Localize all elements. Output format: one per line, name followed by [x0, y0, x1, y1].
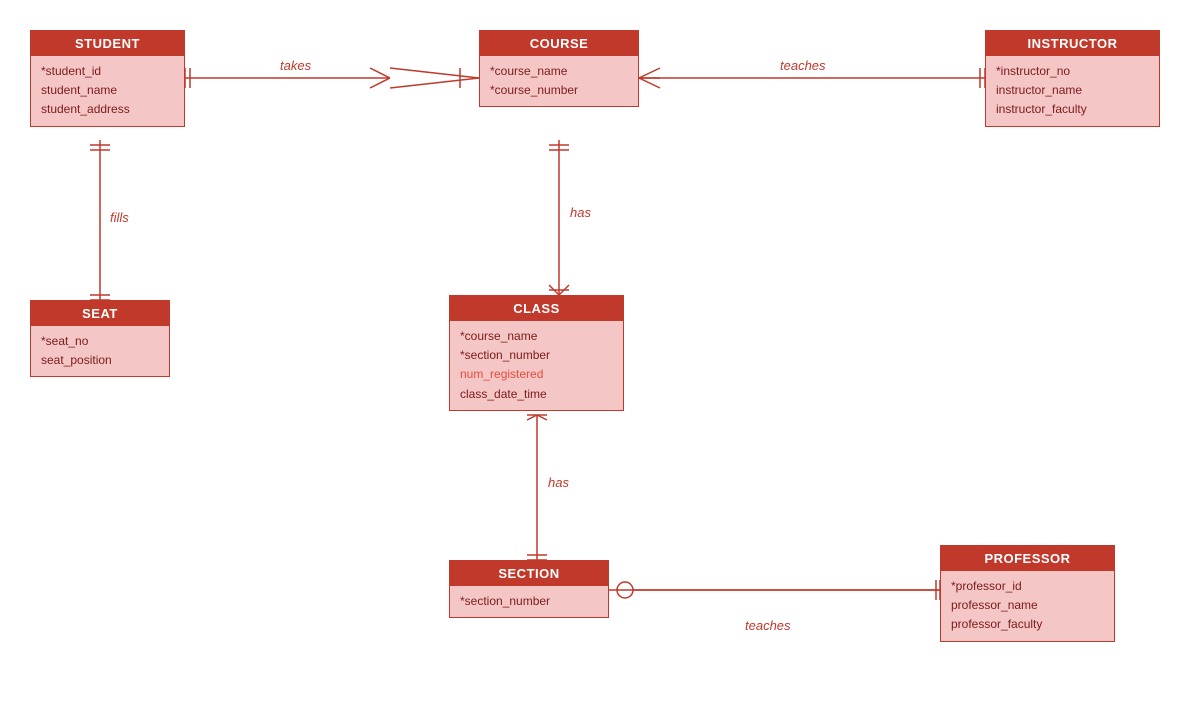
field-instructor-faculty: instructor_faculty	[996, 100, 1149, 119]
field-student-id: *student_id	[41, 62, 174, 81]
entity-course-header: COURSE	[480, 31, 638, 56]
field-class-section-number: *section_number	[460, 346, 613, 365]
field-instructor-name: instructor_name	[996, 81, 1149, 100]
entity-class-header: CLASS	[450, 296, 623, 321]
entity-instructor-header: INSTRUCTOR	[986, 31, 1159, 56]
entity-course: COURSE *course_name *course_number	[479, 30, 639, 107]
entity-professor-body: *professor_id professor_name professor_f…	[941, 571, 1114, 641]
field-instructor-no: *instructor_no	[996, 62, 1149, 81]
entity-course-body: *course_name *course_number	[480, 56, 638, 106]
label-class-has-section: has	[548, 475, 569, 490]
field-professor-name: professor_name	[951, 596, 1104, 615]
field-student-address: student_address	[41, 100, 174, 119]
field-course-name: *course_name	[490, 62, 628, 81]
entity-student-header: STUDENT	[31, 31, 184, 56]
entity-professor: PROFESSOR *professor_id professor_name p…	[940, 545, 1115, 642]
entity-instructor: INSTRUCTOR *instructor_no instructor_nam…	[985, 30, 1160, 127]
entity-class: CLASS *course_name *section_number num_r…	[449, 295, 624, 411]
field-student-name: student_name	[41, 81, 174, 100]
field-section-number: *section_number	[460, 592, 598, 611]
diagram-container: takes teaches fills has has teaches STUD…	[0, 0, 1201, 724]
field-class-course-name: *course_name	[460, 327, 613, 346]
entity-seat-header: SEAT	[31, 301, 169, 326]
entity-instructor-body: *instructor_no instructor_name instructo…	[986, 56, 1159, 126]
entity-section-header: SECTION	[450, 561, 608, 586]
entity-professor-header: PROFESSOR	[941, 546, 1114, 571]
entity-seat: SEAT *seat_no seat_position	[30, 300, 170, 377]
label-takes: takes	[280, 58, 311, 73]
label-teaches-instructor: teaches	[780, 58, 826, 73]
field-professor-faculty: professor_faculty	[951, 615, 1104, 634]
field-course-number: *course_number	[490, 81, 628, 100]
label-fills: fills	[110, 210, 129, 225]
label-section-teaches: teaches	[745, 618, 791, 633]
entity-student: STUDENT *student_id student_name student…	[30, 30, 185, 127]
entity-seat-body: *seat_no seat_position	[31, 326, 169, 376]
entity-class-body: *course_name *section_number num_registe…	[450, 321, 623, 410]
field-professor-id: *professor_id	[951, 577, 1104, 596]
field-seat-position: seat_position	[41, 351, 159, 370]
entity-section-body: *section_number	[450, 586, 608, 617]
field-seat-no: *seat_no	[41, 332, 159, 351]
entity-section: SECTION *section_number	[449, 560, 609, 618]
label-course-has-class: has	[570, 205, 591, 220]
entity-student-body: *student_id student_name student_address	[31, 56, 184, 126]
field-class-date-time: class_date_time	[460, 385, 613, 404]
field-class-num-registered: num_registered	[460, 365, 613, 384]
